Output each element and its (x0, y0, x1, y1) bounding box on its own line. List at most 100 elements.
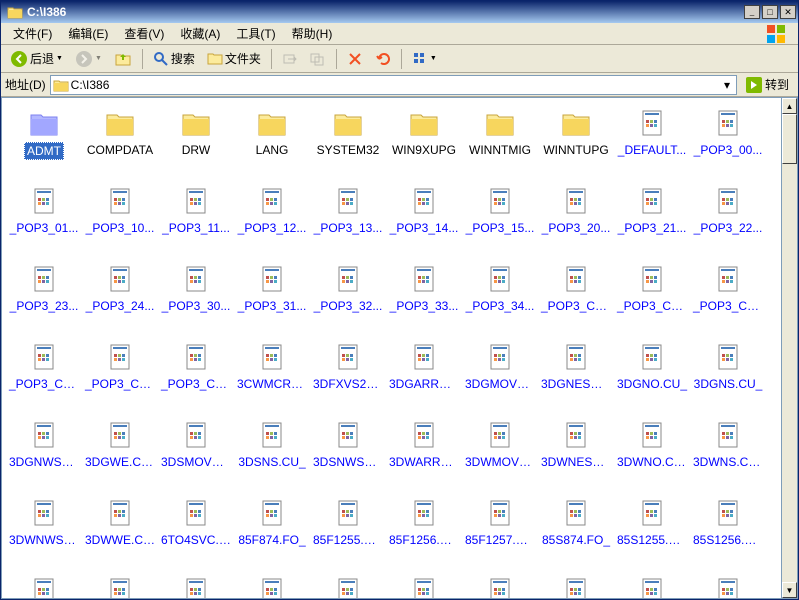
file-item[interactable]: _POP3_C6... (158, 340, 234, 412)
folder-icon (180, 108, 212, 140)
file-item[interactable]: _POP3_11... (158, 184, 234, 256)
menu-file[interactable]: 文件(F) (5, 23, 60, 44)
address-dropdown-button[interactable]: ▾ (720, 78, 734, 92)
file-item[interactable]: 409.CS_ (158, 574, 234, 599)
back-button[interactable]: 后退 ▼ (5, 47, 68, 71)
file-item[interactable]: _POP3_C3... (690, 262, 766, 334)
go-button[interactable]: 转到 (741, 74, 794, 95)
file-item[interactable]: 3DGNWSE.CU_ (6, 418, 82, 490)
scroll-up-button[interactable]: ▲ (782, 98, 797, 114)
file-item[interactable]: _POP3_34... (462, 262, 538, 334)
search-icon (153, 51, 169, 67)
file-item[interactable]: _POP3_13... (310, 184, 386, 256)
file-icon (28, 576, 60, 599)
file-item[interactable]: _POP3_01... (6, 184, 82, 256)
file-item[interactable]: _POP3_C2... (614, 262, 690, 334)
file-item[interactable]: 85F874.FO_ (234, 496, 310, 568)
file-item[interactable]: 3DGNESW.CU_ (538, 340, 614, 412)
scroll-thumb[interactable] (782, 114, 797, 164)
folder-item[interactable]: COMPDATA (82, 106, 158, 178)
minimize-button[interactable]: _ (744, 5, 760, 19)
file-item[interactable]: _POP3_32... (310, 262, 386, 334)
file-item[interactable]: 3DGWE.CU_ (82, 418, 158, 490)
file-item[interactable]: 85S874.FO_ (538, 496, 614, 568)
menu-tools[interactable]: 工具(T) (228, 23, 283, 44)
file-item[interactable]: _POP3_14... (386, 184, 462, 256)
file-item[interactable]: _POP3_10... (82, 184, 158, 256)
file-list[interactable]: ADMTCOMPDATADRWLANGSYSTEM32WIN9XUPGWINNT… (1, 97, 782, 599)
file-item[interactable]: 3DWNESW.CU_ (538, 418, 614, 490)
file-item[interactable]: 1394BUS.SY_ (310, 574, 386, 599)
item-label: 85F1257.FO_ (463, 532, 537, 548)
file-item[interactable]: 6TO4SVC.DL_ (158, 496, 234, 568)
file-item[interactable]: _DEFAULT... (614, 106, 690, 178)
file-item[interactable]: 3DSNS.CU_ (234, 418, 310, 490)
menu-view[interactable]: 查看(V) (116, 23, 172, 44)
file-item[interactable]: 85F1257.FO_ (462, 496, 538, 568)
file-item[interactable]: 85S1255.FO_ (614, 496, 690, 568)
file-item[interactable]: 3DFXVS2K... (310, 340, 386, 412)
file-item[interactable]: 3DGMOVE.CU_ (462, 340, 538, 412)
undo-button[interactable] (370, 48, 396, 70)
folder-item[interactable]: ADMT (6, 106, 82, 178)
file-item[interactable]: _POP3_20... (538, 184, 614, 256)
file-item[interactable]: _POP3_22... (690, 184, 766, 256)
maximize-button[interactable]: □ (762, 5, 778, 19)
file-item[interactable]: _POP3_C4... (6, 340, 82, 412)
folder-item[interactable]: WINNTMIG (462, 106, 538, 178)
file-item[interactable]: 3DWWE.CU_ (82, 496, 158, 568)
file-item[interactable]: 8514FIXE... (462, 574, 538, 599)
file-item[interactable]: 3DSMOVE.CU_ (158, 418, 234, 490)
file-item[interactable]: 3DWNWSE.CU_ (6, 496, 82, 568)
file-icon (560, 342, 592, 374)
file-item[interactable]: 3DWNO.CU_ (614, 418, 690, 490)
file-item[interactable]: _POP3_15... (462, 184, 538, 256)
file-item[interactable]: 8514FIXT... (690, 574, 766, 599)
file-item[interactable]: 8514FIXR... (614, 574, 690, 599)
file-item[interactable]: 8514FIXG... (538, 574, 614, 599)
address-input[interactable] (71, 78, 720, 92)
file-item[interactable]: _POP3_00... (690, 106, 766, 178)
file-item[interactable]: 3CWMCRU.SY_ (234, 340, 310, 412)
file-item[interactable]: _POP3_12... (234, 184, 310, 256)
file-item[interactable]: _POP3_C5... (82, 340, 158, 412)
folder-item[interactable]: DRW (158, 106, 234, 178)
file-item[interactable]: 85F1255.FO_ (310, 496, 386, 568)
search-button[interactable]: 搜索 (148, 47, 200, 70)
file-item[interactable]: 192.DN_ (82, 574, 158, 599)
folder-item[interactable]: WIN9XUPG (386, 106, 462, 178)
file-item[interactable]: 3DWNS.CU_ (690, 418, 766, 490)
menu-favorites[interactable]: 收藏(A) (172, 23, 228, 44)
file-item[interactable]: 1394.IN_ (234, 574, 310, 599)
folder-item[interactable]: LANG (234, 106, 310, 178)
views-button[interactable]: ▼ (407, 48, 442, 70)
up-button[interactable] (109, 47, 137, 71)
file-item[interactable]: 8514FIX.FO_ (386, 574, 462, 599)
file-item[interactable]: 85F1256.FO_ (386, 496, 462, 568)
file-item[interactable]: 3DGNS.CU_ (690, 340, 766, 412)
file-item[interactable]: _POP3_33... (386, 262, 462, 334)
file-item[interactable]: _POP3_31... (234, 262, 310, 334)
menu-edit[interactable]: 编辑(E) (60, 23, 116, 44)
delete-button[interactable] (342, 48, 368, 70)
folders-button[interactable]: 文件夹 (202, 47, 266, 70)
close-button[interactable]: ✕ (780, 5, 796, 19)
file-item[interactable]: _POP3_30... (158, 262, 234, 334)
scroll-track[interactable] (782, 114, 797, 582)
file-item[interactable]: _POP3_24... (82, 262, 158, 334)
file-item[interactable]: 3DWMOVE.CU_ (462, 418, 538, 490)
file-item[interactable]: 3DGNO.CU_ (614, 340, 690, 412)
file-item[interactable]: _POP3_C1... (538, 262, 614, 334)
file-item[interactable]: 85S1257.FO_ (6, 574, 82, 599)
file-item[interactable]: 3DWARRO.CU_ (386, 418, 462, 490)
folder-item[interactable]: WINNTUPG (538, 106, 614, 178)
folder-item[interactable]: SYSTEM32 (310, 106, 386, 178)
file-item[interactable]: _POP3_23... (6, 262, 82, 334)
file-item[interactable]: 3DGARRO.CU_ (386, 340, 462, 412)
file-item[interactable]: _POP3_21... (614, 184, 690, 256)
file-item[interactable]: 3DSNWSE.CU_ (310, 418, 386, 490)
file-item[interactable]: 85S1256.FO_ (690, 496, 766, 568)
menu-help[interactable]: 帮助(H) (284, 23, 341, 44)
scrollbar[interactable]: ▲ ▼ (782, 97, 798, 599)
scroll-down-button[interactable]: ▼ (782, 582, 797, 598)
